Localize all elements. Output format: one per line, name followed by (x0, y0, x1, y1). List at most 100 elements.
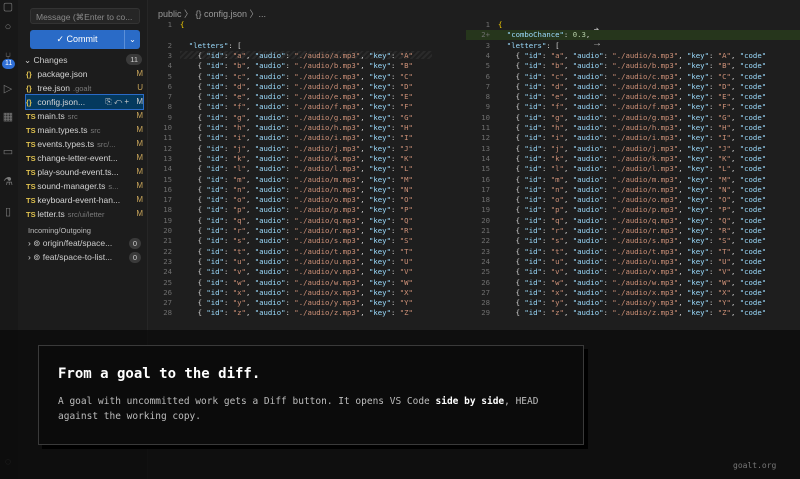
changed-file[interactable]: {} package.json M (26, 67, 143, 81)
code-text: { "id": "o", "audio": "./audio/o.mp3", "… (197, 195, 413, 205)
code-line: 4 { "id": "a", "audio": "./audio/a.mp3",… (466, 51, 800, 61)
commit-button[interactable]: ✓ Commit ⌄ (30, 30, 140, 49)
changed-file[interactable]: {} tree.json .goalt U (26, 81, 143, 95)
code-line: 2 "letters": [ (148, 41, 438, 51)
code-text: { "id": "l", "audio": "./audio/l.mp3", "… (515, 164, 767, 174)
changed-file[interactable]: TS events.types.ts src/... M (26, 137, 143, 151)
incoming-outgoing-header[interactable]: Incoming/Outgoing (28, 226, 91, 235)
code-text: { "id": "j", "audio": "./audio/j.mp3", "… (515, 143, 767, 153)
branch-item[interactable]: › ⊚ feat/space-to-list... 0 (28, 251, 141, 264)
code-text: { "id": "f", "audio": "./audio/f.mp3", "… (197, 102, 413, 112)
line-number: 2+ (481, 30, 490, 40)
search-icon[interactable]: ○ (1, 20, 15, 34)
extensions-icon[interactable]: ▦ (1, 110, 15, 124)
changed-file[interactable]: TS change-letter-event... M (26, 151, 143, 165)
stage-icon[interactable]: + (124, 97, 131, 106)
code-text: { "id": "r", "audio": "./audio/r.mp3", "… (515, 226, 767, 235)
code-line: 12 { "id": "j", "audio": "./audio/j.mp3"… (148, 144, 438, 154)
branch-icon: ⊚ (33, 238, 41, 248)
discard-icon[interactable]: ↶ (114, 97, 125, 106)
file-status: U (137, 83, 143, 92)
changed-file[interactable]: TS main.types.ts src M (26, 123, 143, 137)
code-line: 4 { "id": "b", "audio": "./audio/b.mp3",… (148, 61, 438, 71)
line-number: 21 (481, 226, 490, 235)
caption-title: From a goal to the diff. (58, 366, 261, 382)
caption-body: A goal with uncommitted work gets a Diff… (58, 394, 568, 424)
file-name: config.json... (37, 97, 86, 107)
code-text: { "id": "c", "audio": "./audio/c.mp3", "… (197, 71, 413, 81)
code-line: 22 { "id": "s", "audio": "./audio/s.mp3"… (466, 236, 800, 246)
line-number: 29 (481, 308, 490, 318)
changed-file-selected[interactable]: {} config.json... ⎘↶+ M (25, 94, 144, 110)
code-text: "comboChance": 0.3, (506, 30, 591, 40)
code-text: { "id": "x", "audio": "./audio/x.mp3", "… (197, 287, 413, 297)
line-number: 20 (481, 215, 490, 225)
code-line: 7 { "id": "d", "audio": "./audio/d.mp3",… (466, 82, 800, 92)
file-status: M (136, 195, 143, 204)
line-number: 26 (163, 287, 172, 297)
remote-explorer-icon[interactable]: ▭ (1, 145, 15, 159)
line-number: 16 (163, 184, 172, 194)
code-line: 16 { "id": "n", "audio": "./audio/n.mp3"… (148, 185, 438, 195)
branch-item[interactable]: › ⊚ origin/feat/space... 0 (28, 237, 141, 250)
code-text: { "id": "w", "audio": "./audio/w.mp3", "… (197, 277, 413, 287)
code-line: 11 { "id": "h", "audio": "./audio/h.mp3"… (466, 123, 800, 133)
code-text: { "id": "g", "audio": "./audio/g.mp3", "… (197, 112, 413, 122)
line-number: 15 (481, 164, 490, 174)
chevron-down-icon[interactable]: ⌄ (124, 30, 140, 49)
code-text: { (180, 20, 185, 29)
code-text: { "id": "w", "audio": "./audio/w.mp3", "… (515, 277, 767, 287)
commit-message-input[interactable]: Message (⌘Enter to co... (30, 8, 140, 24)
code-line: 20 { "id": "q", "audio": "./audio/q.mp3"… (466, 216, 800, 226)
working-copy-pane[interactable]: 1{2+ "comboChance": 0.3, 3 "letters": [4 … (466, 18, 800, 348)
line-number: 12 (481, 133, 490, 143)
files-icon[interactable]: ▢ (1, 0, 15, 14)
changed-file[interactable]: TS play-sound-event.ts... M (26, 165, 143, 179)
line-number: 22 (481, 236, 490, 246)
code-line: 6 { "id": "c", "audio": "./audio/c.mp3",… (466, 72, 800, 82)
changed-file[interactable]: TS keyboard-event-han... M (26, 193, 143, 207)
code-line: 29 { "id": "z", "audio": "./audio/z.mp3"… (466, 308, 800, 318)
chevron-right-icon: › (28, 238, 31, 248)
changed-file[interactable]: TS sound-manager.ts s... M (26, 179, 143, 193)
line-number: 20 (163, 226, 172, 235)
code-line: 12 { "id": "i", "audio": "./audio/i.mp3"… (466, 133, 800, 143)
open-file-icon[interactable]: ⎘ (105, 97, 113, 106)
changes-header[interactable]: ⌄ Changes 11 (24, 54, 142, 66)
code-line: 23 { "id": "t", "audio": "./audio/t.mp3"… (466, 247, 800, 257)
testing-icon[interactable]: ⚗ (1, 175, 15, 189)
line-number: 1 (485, 20, 490, 29)
scm-badge: 11 (2, 59, 16, 69)
code-text: { "id": "g", "audio": "./audio/g.mp3", "… (515, 112, 767, 122)
bookmark-icon[interactable]: ▯ (1, 205, 15, 219)
file-status: M (136, 139, 143, 148)
changed-file[interactable]: TS letter.ts src/ui/letter M (26, 207, 143, 221)
line-number: 27 (481, 287, 490, 297)
run-debug-icon[interactable]: ▷ (1, 82, 15, 96)
line-number: 19 (481, 205, 490, 215)
code-line: 28 { "id": "z", "audio": "./audio/z.mp3"… (148, 308, 438, 318)
head-pane[interactable]: 1{2 "letters": [3 { "id": "a", "audio": … (148, 18, 438, 348)
code-text: { "id": "i", "audio": "./audio/i.mp3", "… (515, 133, 767, 143)
code-text: { "id": "v", "audio": "./audio/v.mp3", "… (515, 267, 767, 277)
code-line: 18 { "id": "o", "audio": "./audio/o.mp3"… (466, 195, 800, 205)
code-line: 18 { "id": "p", "audio": "./audio/p.mp3"… (148, 205, 438, 215)
json-file-icon: {} (26, 98, 32, 107)
code-line: 27 { "id": "x", "audio": "./audio/x.mp3"… (466, 288, 800, 298)
ts-file-icon: TS (26, 182, 36, 191)
line-number: 10 (163, 123, 172, 132)
line-number: 11 (163, 133, 172, 143)
line-number: 7 (485, 81, 490, 91)
branch-count-badge: 0 (128, 252, 141, 263)
file-actions[interactable]: ⎘↶+ (105, 95, 131, 109)
changed-file[interactable]: TS main.ts src M (26, 109, 143, 123)
line-number: 23 (163, 256, 172, 266)
code-line: 19 { "id": "p", "audio": "./audio/p.mp3"… (466, 205, 800, 215)
code-line: 26 { "id": "x", "audio": "./audio/x.mp3"… (148, 288, 438, 298)
code-text: { "id": "c", "audio": "./audio/c.mp3", "… (515, 71, 767, 81)
ts-file-icon: TS (26, 126, 36, 135)
file-name: events.types.ts (37, 139, 95, 149)
code-line: 10 { "id": "g", "audio": "./audio/g.mp3"… (466, 113, 800, 123)
branch-name: origin/feat/space... (42, 238, 113, 248)
code-line: 27 { "id": "y", "audio": "./audio/y.mp3"… (148, 298, 438, 308)
